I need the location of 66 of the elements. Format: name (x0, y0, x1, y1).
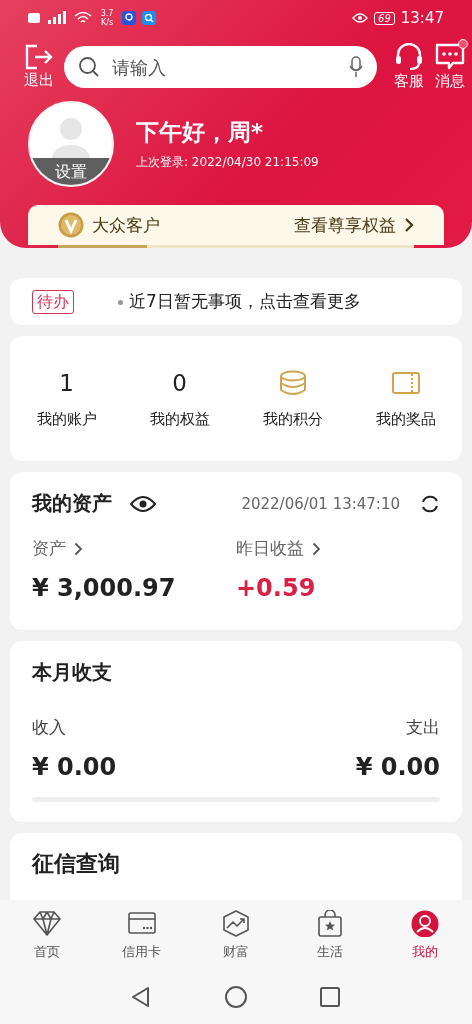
stat-item[interactable]: 1 我的账户 (10, 368, 123, 429)
stat-item[interactable]: 我的积分 (236, 368, 349, 429)
asset-value: ¥ 3,000.97 (32, 574, 177, 602)
income-label: 收入 (32, 716, 66, 739)
app-icon (142, 11, 156, 25)
section-title: 本月收支 (32, 659, 113, 686)
logout-icon (25, 44, 53, 70)
chevron-right-icon (312, 541, 321, 556)
asset-link[interactable]: 资产 (32, 537, 83, 560)
benefits-link: 查看尊享权益 (294, 213, 396, 237)
greeting: 下午好，周* (136, 118, 265, 147)
stat-item[interactable]: 我的奖品 (349, 368, 462, 429)
avatar[interactable]: 设置 (28, 101, 114, 187)
card-icon (127, 909, 156, 937)
asset-value: +0.59 (236, 574, 317, 602)
search-field[interactable]: 请输入 (64, 46, 377, 88)
income-amount: ¥ 0.00 (32, 753, 117, 781)
stat-item[interactable]: 0 我的权益 (123, 368, 236, 429)
membership-level: 大众客户 (92, 213, 161, 237)
app-icon (122, 11, 136, 25)
asset-link[interactable]: 昨日收益 (236, 537, 321, 560)
expense-label: 支出 (406, 716, 440, 739)
home-icon[interactable] (224, 985, 248, 1009)
person-icon (410, 909, 439, 937)
todo-message: 近7日暂无事项，点击查看更多 (118, 290, 361, 313)
search-input[interactable]: 请输入 (110, 55, 339, 79)
settings-button[interactable]: 设置 (30, 158, 112, 185)
shopping-bag-icon (316, 909, 345, 937)
chart-icon (222, 909, 250, 937)
wifi-icon (74, 11, 92, 25)
section-title: 我的资产 (32, 490, 112, 517)
tab[interactable]: 财富 (188, 900, 284, 970)
chevron-right-icon (74, 541, 83, 556)
coins-icon (278, 370, 307, 396)
customer-service-button[interactable]: 客服 (393, 43, 425, 91)
update-time: 2022/06/01 13:47:10 (241, 494, 400, 513)
microphone-icon (349, 56, 363, 78)
tab[interactable]: 首页 (0, 900, 95, 970)
eye-icon[interactable] (130, 495, 156, 512)
logout-button[interactable]: 退出 (24, 44, 54, 90)
todo-badge: 待办 (32, 289, 74, 314)
chevron-right-icon (404, 217, 414, 233)
signal-icon (28, 11, 68, 25)
section-title: 征信查询 (32, 850, 121, 878)
last-login: 上次登录: 2022/04/30 21:15:09 (136, 154, 319, 171)
tab[interactable]: 我的 (377, 900, 472, 970)
chat-icon (435, 43, 465, 71)
expense-amount: ¥ 0.00 (355, 753, 440, 781)
battery-level: 69 (374, 11, 395, 25)
status-time: 13:47 (400, 9, 444, 27)
membership-bar[interactable]: 大众客户 查看尊享权益 (28, 205, 444, 245)
messages-button[interactable]: 消息 (435, 43, 465, 91)
tab[interactable]: 生活 (283, 900, 378, 970)
stat-count: 1 (59, 369, 74, 398)
stat-count: 0 (172, 369, 187, 398)
todo-card[interactable]: 待办 近7日暂无事项，点击查看更多 (10, 278, 462, 325)
refresh-icon[interactable] (420, 493, 440, 514)
headset-icon (393, 43, 425, 71)
diamond-icon (33, 909, 62, 937)
search-icon (78, 56, 100, 78)
tab[interactable]: 信用卡 (94, 900, 189, 970)
network-speed: 3.7 K/s (99, 9, 115, 27)
recents-icon[interactable] (318, 985, 342, 1009)
eye-icon (352, 13, 369, 23)
ticket-icon (390, 371, 421, 395)
v-badge-icon (58, 212, 84, 238)
